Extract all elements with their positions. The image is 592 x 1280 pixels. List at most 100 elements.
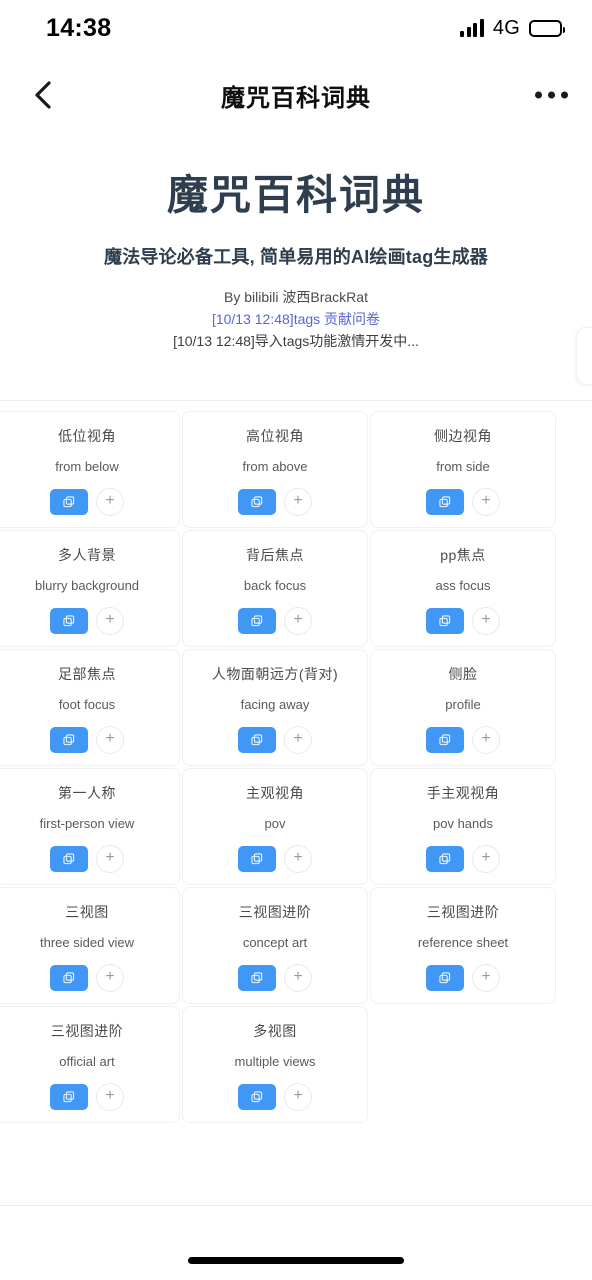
add-tag-button[interactable]: + bbox=[472, 845, 500, 873]
back-button[interactable] bbox=[26, 78, 60, 112]
tag-card[interactable]: 三视图进阶 official art + bbox=[0, 1006, 180, 1124]
copy-tag-button[interactable] bbox=[238, 846, 276, 872]
status-indicators: 4G bbox=[460, 17, 565, 40]
tag-card[interactable]: 主观视角 pov + bbox=[182, 768, 368, 886]
tag-card[interactable]: 三视图进阶 concept art + bbox=[182, 887, 368, 1005]
tag-label-en: foot focus bbox=[58, 697, 116, 712]
tag-card-actions: + bbox=[50, 726, 124, 754]
add-tag-button[interactable]: + bbox=[284, 488, 312, 516]
tag-card[interactable]: 低位视角 from below + bbox=[0, 411, 180, 529]
tag-label-cn: 足部焦点 bbox=[58, 666, 116, 683]
add-tag-button[interactable]: + bbox=[96, 845, 124, 873]
copy-tag-button[interactable] bbox=[426, 727, 464, 753]
tag-card[interactable]: 人物面朝远方(背对) facing away + bbox=[182, 649, 368, 767]
add-tag-button[interactable]: + bbox=[284, 607, 312, 635]
tag-card-actions: + bbox=[238, 964, 312, 992]
tag-label-en: concept art bbox=[242, 935, 308, 950]
tag-card[interactable]: 背后焦点 back focus + bbox=[182, 530, 368, 648]
add-tag-button[interactable]: + bbox=[472, 488, 500, 516]
app-title: 魔咒百科词典 bbox=[167, 172, 425, 218]
tag-card[interactable]: 多人背景 blurry background + bbox=[0, 530, 180, 648]
tag-card-actions: + bbox=[238, 488, 312, 516]
tag-label-cn: 多视图 bbox=[253, 1023, 297, 1040]
more-options-button[interactable] bbox=[535, 91, 568, 99]
copy-icon bbox=[250, 852, 264, 866]
tag-label-cn: 三视图 bbox=[65, 904, 109, 921]
add-tag-button[interactable]: + bbox=[472, 726, 500, 754]
tag-card-actions: + bbox=[50, 607, 124, 635]
copy-icon bbox=[250, 614, 264, 628]
copy-tag-button[interactable] bbox=[50, 846, 88, 872]
copy-tag-button[interactable] bbox=[426, 965, 464, 991]
copy-icon bbox=[438, 852, 452, 866]
app-subtitle: 魔法导论必备工具, 简单易用的AI绘画tag生成器 bbox=[104, 247, 488, 268]
tag-label-cn: 高位视角 bbox=[246, 428, 304, 445]
add-tag-button[interactable]: + bbox=[96, 726, 124, 754]
copy-tag-button[interactable] bbox=[50, 727, 88, 753]
copy-tag-button[interactable] bbox=[238, 965, 276, 991]
tag-label-en: multiple views bbox=[234, 1054, 316, 1069]
tag-card[interactable]: 三视图 three sided view + bbox=[0, 887, 180, 1005]
add-tag-button[interactable]: + bbox=[96, 607, 124, 635]
tag-card-actions: + bbox=[50, 1083, 124, 1111]
add-tag-button[interactable]: + bbox=[284, 726, 312, 754]
footer-divider bbox=[0, 1205, 592, 1206]
add-tag-button[interactable]: + bbox=[284, 964, 312, 992]
copy-tag-button[interactable] bbox=[238, 727, 276, 753]
tag-card[interactable]: 多视图 multiple views + bbox=[182, 1006, 368, 1124]
add-tag-button[interactable]: + bbox=[472, 607, 500, 635]
tag-card[interactable]: 高位视角 from above + bbox=[182, 411, 368, 529]
copy-icon bbox=[62, 614, 76, 628]
tag-card-actions: + bbox=[50, 845, 124, 873]
tag-card[interactable]: 侧脸 profile + bbox=[370, 649, 556, 767]
tag-card[interactable]: pp焦点 ass focus + bbox=[370, 530, 556, 648]
copy-tag-button[interactable] bbox=[426, 489, 464, 515]
tag-label-cn: 主观视角 bbox=[246, 785, 304, 802]
copy-tag-button[interactable] bbox=[238, 489, 276, 515]
copy-tag-button[interactable] bbox=[238, 1084, 276, 1110]
tag-card-actions: + bbox=[426, 964, 500, 992]
page-title-bar: 魔咒百科词典 bbox=[221, 84, 371, 112]
tag-card[interactable]: 侧边视角 from side + bbox=[370, 411, 556, 529]
tag-label-cn: 三视图进阶 bbox=[238, 904, 312, 921]
tag-label-en: from below bbox=[55, 459, 119, 474]
tag-card-actions: + bbox=[50, 488, 124, 516]
tag-grid-section: 低位视角 from below + 高位视角 from above + 侧边视角 from s… bbox=[0, 401, 592, 1125]
tag-label-en: pov bbox=[264, 816, 286, 831]
copy-tag-button[interactable] bbox=[238, 608, 276, 634]
tag-label-en: pov hands bbox=[433, 816, 493, 831]
tag-label-cn: 三视图进阶 bbox=[50, 1023, 124, 1040]
tag-label-cn: 侧脸 bbox=[448, 666, 478, 683]
add-tag-button[interactable]: + bbox=[284, 1083, 312, 1111]
tag-card-actions: + bbox=[238, 1083, 312, 1111]
add-tag-button[interactable]: + bbox=[96, 964, 124, 992]
tag-label-en: three sided view bbox=[40, 935, 134, 950]
copy-tag-button[interactable] bbox=[50, 489, 88, 515]
tag-label-cn: 人物面朝远方(背对) bbox=[211, 666, 339, 683]
copy-tag-button[interactable] bbox=[50, 965, 88, 991]
copy-icon bbox=[250, 971, 264, 985]
copy-tag-button[interactable] bbox=[426, 608, 464, 634]
copy-icon bbox=[62, 1090, 76, 1104]
copy-tag-button[interactable] bbox=[50, 1084, 88, 1110]
add-tag-button[interactable]: + bbox=[96, 488, 124, 516]
tag-label-cn: 背后焦点 bbox=[246, 547, 304, 564]
tag-card[interactable]: 三视图进阶 reference sheet + bbox=[370, 887, 556, 1005]
tag-card[interactable]: 足部焦点 foot focus + bbox=[0, 649, 180, 767]
tag-label-en: back focus bbox=[243, 578, 307, 593]
add-tag-button[interactable]: + bbox=[472, 964, 500, 992]
status-bar: 14:38 4G bbox=[0, 0, 592, 56]
copy-icon bbox=[438, 971, 452, 985]
add-tag-button[interactable]: + bbox=[96, 1083, 124, 1111]
floating-side-panel[interactable] bbox=[576, 327, 592, 385]
tag-label-en: profile bbox=[445, 697, 481, 712]
tag-label-cn: 侧边视角 bbox=[434, 428, 492, 445]
add-tag-button[interactable]: + bbox=[284, 845, 312, 873]
copy-tag-button[interactable] bbox=[426, 846, 464, 872]
tag-card[interactable]: 第一人称 first-person view + bbox=[0, 768, 180, 886]
tag-card[interactable]: 手主观视角 pov hands + bbox=[370, 768, 556, 886]
copy-icon bbox=[438, 495, 452, 509]
survey-link[interactable]: [10/13 12:48]tags 贡献问卷 bbox=[20, 309, 572, 331]
copy-tag-button[interactable] bbox=[50, 608, 88, 634]
tag-card-actions: + bbox=[50, 964, 124, 992]
